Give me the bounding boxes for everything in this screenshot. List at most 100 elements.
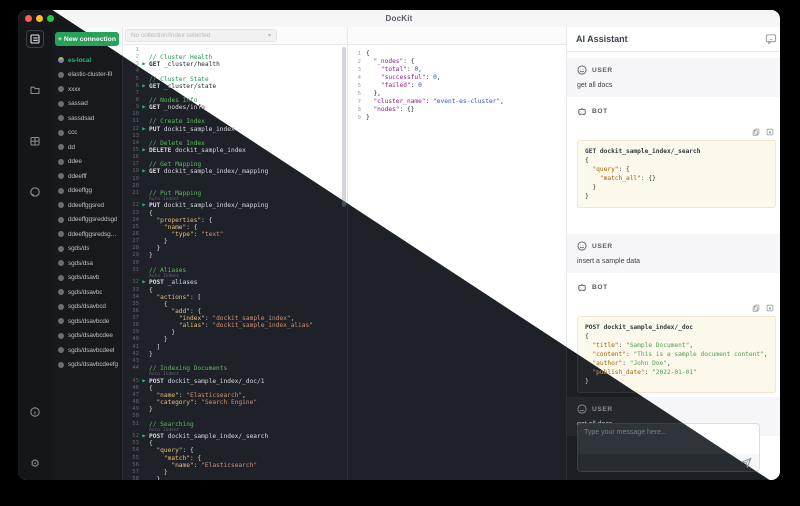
connection-item[interactable]: ddeeffggsred (52, 198, 122, 213)
connection-item[interactable]: ddeeffgg (52, 184, 122, 199)
connections-icon[interactable] (26, 30, 44, 48)
insert-to-editor-icon[interactable] (766, 128, 774, 136)
connection-item[interactable]: sgds/dsavbcd (52, 300, 122, 315)
chat-feedback-icon[interactable] (765, 33, 777, 45)
code-text: "index": "dockit_sample_index", (178, 315, 295, 323)
gutter-spacer (139, 118, 149, 125)
connection-item[interactable]: ddeeffggsreddsgd (52, 213, 122, 228)
insert-to-editor-icon[interactable] (766, 304, 774, 312)
gutter-spacer (139, 365, 149, 372)
elasticsearch-logo-icon (58, 361, 64, 368)
code-text: { (149, 209, 153, 217)
minimize-window-button[interactable] (36, 15, 43, 22)
editor-line: 20 (123, 183, 347, 190)
connection-item[interactable]: es-local (52, 53, 122, 68)
response-text: "_nodes": { (373, 58, 415, 65)
copy-code-icon[interactable] (752, 128, 760, 136)
connection-item[interactable]: dd (52, 140, 122, 155)
editor-line: 33 { (123, 287, 347, 294)
editor-line: 37 "index": "dockit_sample_index", (123, 315, 347, 322)
ai-input-footer (578, 454, 759, 471)
copy-code-icon[interactable] (752, 304, 760, 312)
code-text: POST dockit_sample_index/_doc/1 (149, 377, 265, 385)
user-message: USER get all docs (567, 58, 780, 97)
run-query-play-icon[interactable]: ▶ (139, 378, 149, 385)
editor-line: 3▶GET _cluster/health (123, 61, 347, 68)
run-query-play-icon[interactable]: ▶ (139, 433, 149, 440)
run-query-play-icon[interactable]: ▶ (139, 147, 149, 154)
run-query-play-icon[interactable]: ▶ (139, 279, 149, 286)
line-number: 22 (132, 202, 139, 209)
gutter-spacer (139, 294, 149, 301)
about-icon[interactable] (26, 403, 44, 421)
code-text: { (149, 384, 153, 392)
connection-name: sgds/dsa (68, 259, 93, 267)
backup-icon[interactable] (26, 132, 44, 150)
connection-item[interactable]: ccc (52, 126, 122, 141)
connection-item[interactable]: sassad (52, 97, 122, 112)
close-window-button[interactable] (25, 15, 32, 22)
connection-item[interactable]: ddeeffggsredsgda... (52, 227, 122, 242)
connection-name: sassdsad (68, 114, 95, 122)
connection-name: ddeefff (68, 172, 87, 180)
gutter-spacer (139, 399, 149, 406)
zoom-window-button[interactable] (47, 15, 54, 22)
connection-item[interactable]: sgds/ds (52, 242, 122, 257)
run-query-play-icon[interactable]: ▶ (139, 104, 149, 111)
connection-item[interactable]: elastic-cluster-fil (52, 68, 122, 83)
connection-item[interactable]: ddeefff (52, 169, 122, 184)
code-text: { (149, 300, 168, 308)
connection-item[interactable]: sgds/dsavbcdeefg (52, 358, 122, 373)
connection-item[interactable]: xxxx (52, 82, 122, 97)
run-query-play-icon[interactable]: ▶ (139, 126, 149, 133)
files-icon[interactable] (26, 81, 44, 99)
code-text: // Aliases (149, 266, 187, 274)
gutter-spacer (139, 344, 149, 351)
connection-item[interactable]: sgds/dsavbcdee (52, 329, 122, 344)
gutter-spacer (139, 455, 149, 462)
line-number: 27 (132, 238, 139, 245)
editor-line: 32▶POST _aliases (123, 279, 347, 286)
elasticsearch-logo-icon (58, 289, 64, 296)
connection-item[interactable]: sgds/dsavbc (52, 285, 122, 300)
editor-line: 53 { (123, 440, 347, 447)
bot-avatar-icon (577, 282, 587, 292)
gutter-spacer (139, 176, 149, 183)
code-text: } (149, 252, 153, 260)
gutter-spacer (139, 47, 149, 54)
code-text: "name": "Elasticsearch" (171, 461, 258, 469)
code-text: POST _aliases (149, 279, 198, 287)
editor-scrollbar[interactable] (342, 47, 346, 207)
response-text: } (366, 114, 370, 121)
card-code-line: } (585, 193, 589, 200)
connection-name: dd (68, 143, 75, 151)
editor-line: 31 // Aliases (123, 267, 347, 274)
line-number: 45 (132, 377, 139, 384)
gutter-spacer (139, 392, 149, 399)
editor-line: 39 } (123, 329, 347, 336)
card-code-line: "publish_date": "2022-01-01" (592, 369, 697, 376)
run-query-play-icon[interactable]: ▶ (139, 83, 149, 90)
elasticsearch-logo-icon (58, 71, 64, 78)
elasticsearch-logo-icon (58, 231, 64, 238)
github-icon[interactable] (26, 183, 44, 201)
connection-item[interactable]: sgds/dsavbcdeef (52, 343, 122, 358)
run-query-play-icon[interactable]: ▶ (139, 61, 149, 68)
code-text: // Cluster Health (149, 54, 213, 62)
line-number: 3 (357, 67, 361, 73)
connection-item[interactable]: sassdsad (52, 111, 122, 126)
connection-item[interactable]: sgds/dsavbcde (52, 314, 122, 329)
line-number: 15 (132, 146, 139, 153)
settings-gear-icon[interactable]: ⚙ (26, 454, 44, 472)
run-query-play-icon[interactable]: ▶ (139, 168, 149, 175)
connection-item[interactable]: sgds/dsavb (52, 271, 122, 286)
connection-item[interactable]: ddee (52, 155, 122, 170)
run-query-play-icon[interactable]: ▶ (139, 202, 149, 209)
gutter-spacer (139, 260, 149, 267)
index-selector-dropdown[interactable]: No collection/index selected ▾ (125, 29, 277, 42)
gutter-spacer (139, 97, 149, 104)
gutter-spacer (139, 421, 149, 428)
gutter-spacer (139, 267, 149, 274)
line-number: 44 (132, 365, 139, 372)
connection-item[interactable]: sgds/dsa (52, 256, 122, 271)
